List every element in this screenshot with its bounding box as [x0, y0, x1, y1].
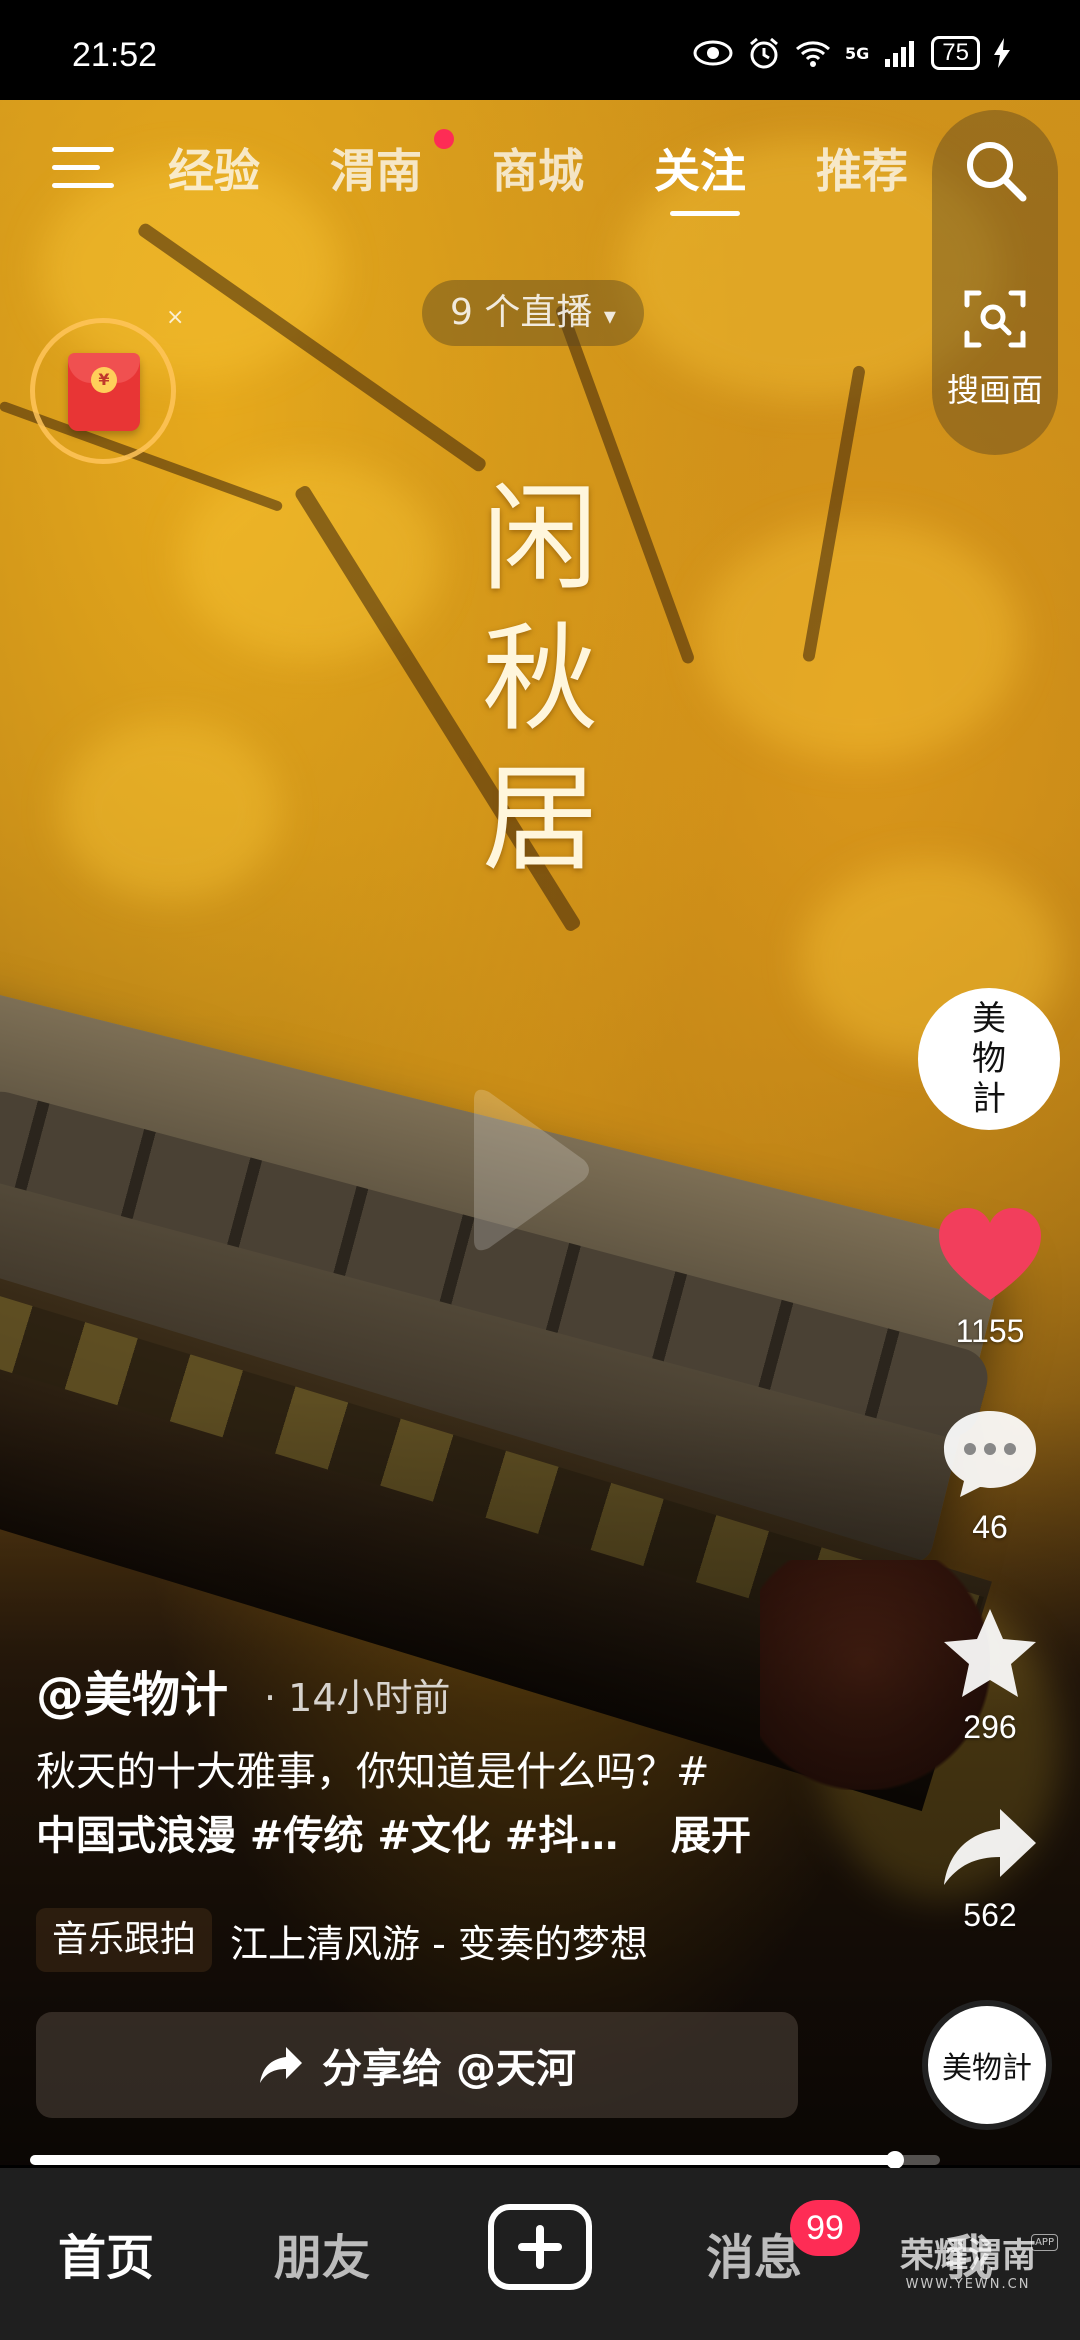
live-count-button[interactable]: 9 个直播 ▾ — [422, 280, 644, 346]
live-count-label: 9 个直播 — [450, 292, 593, 333]
battery-level: 75 — [931, 36, 980, 70]
network-type: 5G — [845, 43, 870, 63]
video-overlay-title: 闲 秋 居 — [460, 470, 620, 890]
progress-handle[interactable] — [885, 2151, 904, 2169]
share-to-label: 分享给 @天河 — [322, 2046, 576, 2092]
music-row[interactable]: 音乐跟拍 江上清风游 - 变奏的梦想 — [36, 1908, 648, 1972]
eye-icon — [693, 40, 733, 66]
avatar-text: 美物計 — [972, 999, 1006, 1119]
music-disc-text: 美物計 — [942, 2051, 1032, 2086]
tab-active-indicator — [670, 211, 740, 216]
tab-mall[interactable]: 商城 — [492, 135, 584, 201]
expand-button[interactable]: 展开 — [671, 1813, 751, 1859]
author-line: @美物计 · 14小时前 — [36, 1655, 451, 1725]
top-nav: 经验 渭南 商城 关注 推荐 — [0, 125, 1080, 216]
like-count: 1155 — [955, 1313, 1025, 1349]
watermark-app: APP — [1031, 2234, 1058, 2251]
author-name[interactable]: @美物计 — [36, 1655, 228, 1725]
music-follow-chip[interactable]: 音乐跟拍 — [36, 1908, 213, 1972]
comment-button[interactable]: 46 — [930, 1405, 1050, 1546]
envelope-coin: ¥ — [91, 367, 117, 393]
search-icon[interactable] — [960, 135, 1032, 207]
status-bar: 21:52 5G 75 — [0, 0, 1080, 100]
tab-messages[interactable]: 消息 — [706, 2218, 802, 2288]
tab-weinan-dot — [434, 129, 454, 149]
status-time: 21:52 — [72, 36, 158, 74]
scan-screen-label: 搜画面 — [946, 371, 1043, 409]
tab-weinan[interactable]: 渭南 — [330, 135, 422, 201]
tab-recommend[interactable]: 推荐 — [816, 135, 908, 201]
signal-icon — [885, 41, 915, 67]
tab-home[interactable]: 首页 — [58, 2218, 154, 2288]
post-caption[interactable]: 秋天的十大雅事，你知道是什么吗？# 中国式浪漫 #传统 #文化 #抖… 展开 — [36, 1740, 816, 1868]
comment-icon — [944, 1411, 1036, 1497]
tab-experience[interactable]: 经验 — [168, 135, 260, 201]
chevron-down-icon: ▾ — [603, 302, 616, 330]
scan-screen-button[interactable]: 搜画面 — [940, 285, 1050, 411]
progress-fill — [30, 2155, 895, 2165]
title-char: 闲 — [482, 472, 598, 607]
caption-tags[interactable]: 中国式浪漫 #传统 #文化 #抖… — [36, 1813, 618, 1859]
favorite-button[interactable]: 296 — [930, 1605, 1050, 1746]
music-title[interactable]: 江上清风游 - 变奏的梦想 — [230, 1913, 648, 1968]
wifi-icon — [796, 41, 831, 67]
image-search-icon — [964, 290, 1026, 348]
close-icon[interactable]: × — [166, 305, 184, 330]
tab-following[interactable]: 关注 — [654, 135, 746, 201]
star-icon — [944, 1609, 1036, 1697]
play-icon[interactable] — [464, 1080, 594, 1260]
video-progress-bar[interactable] — [30, 2151, 940, 2169]
favorite-count: 296 — [963, 1709, 1017, 1745]
share-icon — [260, 2047, 303, 2083]
red-envelope-icon: ¥ — [68, 353, 140, 431]
comment-count: 46 — [972, 1509, 1008, 1545]
share-button[interactable]: 562 — [930, 1805, 1050, 1934]
heart-icon — [939, 1208, 1041, 1300]
messages-badge: 99 — [790, 2200, 860, 2256]
music-disc[interactable]: 美物計 — [922, 2000, 1052, 2130]
avatar[interactable]: 美物計 — [918, 988, 1060, 1130]
charging-icon — [994, 38, 1010, 68]
share-to-friend-button[interactable]: 分享给 @天河 — [36, 2012, 798, 2118]
watermark: 荣耀渭南 WWW.YEWN.CN APP — [878, 2228, 1058, 2318]
create-button[interactable] — [488, 2204, 592, 2290]
share-count: 562 — [963, 1897, 1017, 1933]
title-char: 秋 — [482, 612, 598, 747]
post-time: · 14小时前 — [264, 1676, 451, 1720]
menu-icon[interactable] — [52, 143, 114, 191]
like-button[interactable]: 1155 — [930, 1205, 1050, 1350]
caption-text: 秋天的十大雅事，你知道是什么吗？# — [36, 1749, 710, 1795]
share-arrow-icon — [944, 1809, 1036, 1885]
tab-friends[interactable]: 朋友 — [274, 2218, 370, 2288]
red-envelope-widget[interactable]: ¥ — [30, 318, 176, 464]
alarm-icon — [750, 37, 778, 69]
title-char: 居 — [482, 752, 598, 887]
watermark-url: WWW.YEWN.CN — [905, 2277, 1031, 2292]
